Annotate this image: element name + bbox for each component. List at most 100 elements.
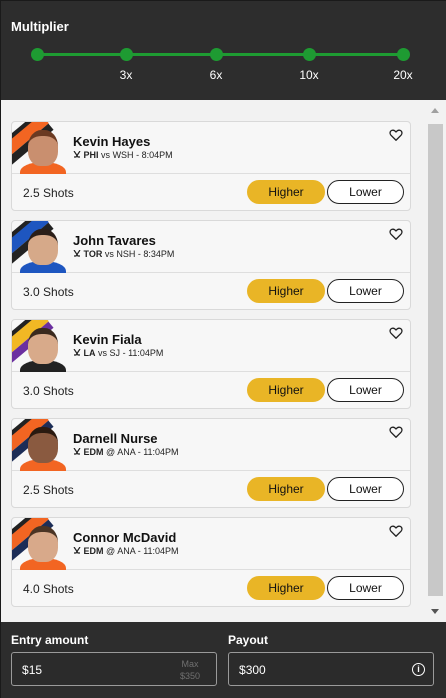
- scroll-up-arrow-icon[interactable]: [431, 108, 439, 113]
- player-card-header: John Tavares TOR vs NSH - 8:34PM: [12, 221, 410, 273]
- prop-line: 2.5 Shots: [23, 483, 74, 497]
- multiplier-title: Multiplier: [11, 19, 69, 34]
- opponent-team: SJ: [109, 348, 121, 358]
- heart-icon[interactable]: [389, 524, 403, 538]
- player-name: John Tavares: [73, 233, 156, 248]
- player-card: Kevin Hayes PHI vs WSH - 8:04PM 2.5 Shot…: [11, 121, 411, 211]
- higher-button[interactable]: Higher: [247, 378, 325, 402]
- player-card: Connor McDavid EDM @ ANA - 11:04PM 4.0 S…: [11, 517, 411, 607]
- player-team: LA: [83, 348, 96, 358]
- prop-line: 3.0 Shots: [23, 384, 74, 398]
- heart-icon[interactable]: [389, 128, 403, 142]
- player-game-info: PHI vs WSH - 8:04PM: [73, 150, 173, 160]
- higher-button[interactable]: Higher: [247, 279, 325, 303]
- player-team: TOR: [83, 249, 103, 259]
- player-name: Connor McDavid: [73, 530, 177, 545]
- player-card: John Tavares TOR vs NSH - 8:34PM 3.0 Sho…: [11, 220, 411, 310]
- entry-amount-field[interactable]: $15 Max $350: [11, 652, 217, 686]
- entry-amount-value: 15: [28, 663, 43, 677]
- multiplier-label-20x: 20x: [393, 68, 413, 82]
- heart-icon[interactable]: [389, 425, 403, 439]
- hockey-sticks-icon: [73, 150, 81, 158]
- higher-button[interactable]: Higher: [247, 477, 325, 501]
- entry-currency: $: [22, 663, 29, 677]
- payout-label: Payout: [228, 633, 269, 647]
- multiplier-label-3x: 3x: [119, 68, 133, 82]
- opponent-team: WSH: [112, 150, 134, 160]
- game-time: 11:04PM: [143, 447, 179, 457]
- lower-button[interactable]: Lower: [327, 576, 404, 600]
- scrollbar-thumb[interactable]: [428, 124, 443, 596]
- player-avatar: [12, 320, 74, 372]
- prop-line: 3.0 Shots: [23, 285, 74, 299]
- player-avatar: [12, 122, 74, 174]
- scrollbar[interactable]: [425, 100, 446, 622]
- multiplier-label-6x: 6x: [209, 68, 223, 82]
- player-team: EDM: [83, 546, 104, 556]
- player-card-header: Darnell Nurse EDM @ ANA - 11:04PM: [12, 419, 410, 471]
- opponent-team: ANA: [117, 447, 136, 457]
- hockey-sticks-icon: [73, 249, 81, 257]
- hockey-sticks-icon: [73, 546, 81, 554]
- higher-button[interactable]: Higher: [247, 576, 325, 600]
- higher-button[interactable]: Higher: [247, 180, 325, 204]
- heart-icon[interactable]: [389, 326, 403, 340]
- entry-max-value: $350: [179, 671, 200, 681]
- player-avatar: [12, 419, 74, 471]
- player-card: Darnell Nurse EDM @ ANA - 11:04PM 2.5 Sh…: [11, 418, 411, 508]
- multiplier-panel: Multiplier 3x 6x 10x 20x: [1, 1, 446, 100]
- player-card-header: Kevin Hayes PHI vs WSH - 8:04PM: [12, 122, 410, 174]
- player-game-info: LA vs SJ - 11:04PM: [73, 348, 163, 358]
- entry-footer: Entry amount $15 Max $350 Payout $300 i: [1, 622, 446, 698]
- matchup-separator: vs: [101, 150, 111, 160]
- player-name: Kevin Hayes: [73, 134, 151, 149]
- entry-max: Max $350: [180, 658, 200, 682]
- player-game-info: EDM @ ANA - 11:04PM: [73, 546, 179, 556]
- player-avatar: [12, 518, 74, 570]
- lower-button[interactable]: Lower: [327, 378, 404, 402]
- lower-button[interactable]: Lower: [327, 279, 404, 303]
- multiplier-label-10x: 10x: [299, 68, 319, 82]
- payout-value: 300: [245, 663, 266, 677]
- hockey-sticks-icon: [73, 447, 81, 455]
- player-card: Kevin Fiala LA vs SJ - 11:04PM 3.0 Shots…: [11, 319, 411, 409]
- player-game-info: EDM @ ANA - 11:04PM: [73, 447, 179, 457]
- opponent-team: ANA: [117, 546, 136, 556]
- player-name: Darnell Nurse: [73, 431, 158, 446]
- game-time: 8:34PM: [143, 249, 175, 259]
- player-team: EDM: [83, 447, 104, 457]
- multiplier-step-20x[interactable]: [397, 48, 410, 61]
- entry-amount-label: Entry amount: [11, 633, 89, 647]
- multiplier-step-1[interactable]: [31, 48, 44, 61]
- player-team: PHI: [83, 150, 99, 160]
- player-card-header: Kevin Fiala LA vs SJ - 11:04PM: [12, 320, 410, 372]
- opponent-team: NSH: [116, 249, 136, 259]
- entry-max-label: Max: [181, 659, 199, 669]
- prop-line: 2.5 Shots: [23, 186, 74, 200]
- multiplier-step-10x[interactable]: [303, 48, 316, 61]
- matchup-separator: @: [106, 546, 116, 556]
- prop-line: 4.0 Shots: [23, 582, 74, 596]
- multiplier-step-6x[interactable]: [210, 48, 223, 61]
- game-time: 11:04PM: [128, 348, 164, 358]
- matchup-separator: @: [106, 447, 116, 457]
- game-time: 11:04PM: [143, 546, 179, 556]
- hockey-sticks-icon: [73, 348, 81, 356]
- heart-icon[interactable]: [389, 227, 403, 241]
- matchup-separator: vs: [98, 348, 108, 358]
- app-frame: Multiplier 3x 6x 10x 20x Kevin Hayes PHI: [0, 0, 446, 698]
- player-name: Kevin Fiala: [73, 332, 142, 347]
- player-list[interactable]: Kevin Hayes PHI vs WSH - 8:04PM 2.5 Shot…: [1, 100, 446, 622]
- player-card-header: Connor McDavid EDM @ ANA - 11:04PM: [12, 518, 410, 570]
- multiplier-step-3x[interactable]: [120, 48, 133, 61]
- game-time: 8:04PM: [141, 150, 173, 160]
- lower-button[interactable]: Lower: [327, 180, 404, 204]
- player-avatar: [12, 221, 74, 273]
- payout-currency: $: [239, 663, 246, 677]
- player-game-info: TOR vs NSH - 8:34PM: [73, 249, 174, 259]
- payout-field: $300 i: [228, 652, 434, 686]
- matchup-separator: vs: [104, 249, 114, 259]
- lower-button[interactable]: Lower: [327, 477, 404, 501]
- scroll-down-arrow-icon[interactable]: [431, 609, 439, 614]
- info-icon[interactable]: i: [412, 663, 425, 676]
